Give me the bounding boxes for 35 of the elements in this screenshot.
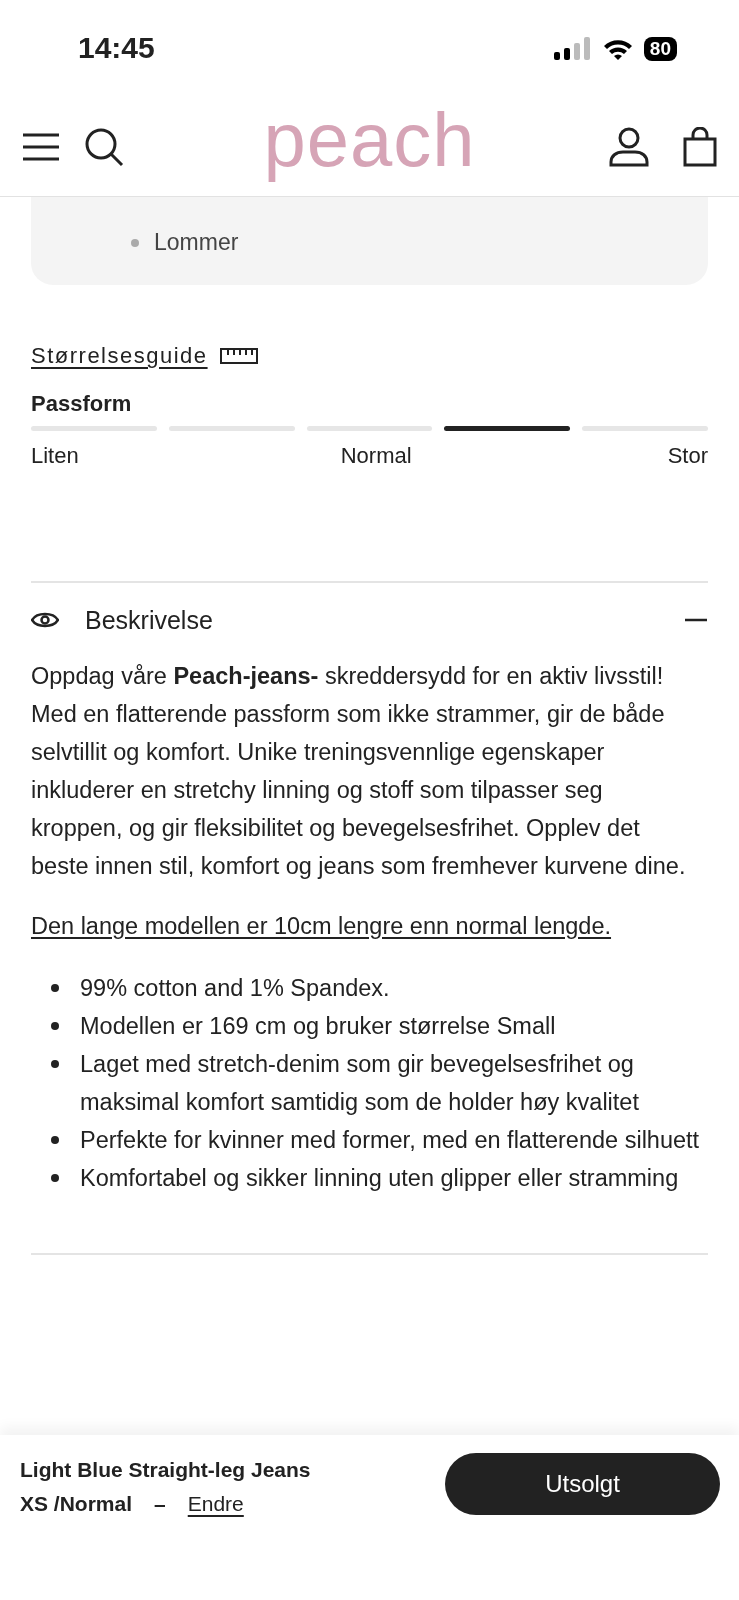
fit-label: Stor <box>667 443 708 469</box>
bullet-dot <box>51 984 59 992</box>
bullet-dot <box>51 1022 59 1030</box>
sold-out-button[interactable]: Utsolgt <box>445 1453 720 1515</box>
fit-label: Liten <box>31 443 79 469</box>
signal-icon <box>553 36 592 61</box>
bag-icon[interactable] <box>683 126 717 167</box>
product-name: Light Blue Straight-leg Jeans <box>20 1457 311 1483</box>
bullet-dot <box>51 1136 59 1144</box>
length-note: Den lange modellen er 10cm lengre enn normal lengde. <box>31 912 613 941</box>
menu-icon[interactable] <box>22 132 60 161</box>
description-text: Oppdag våre Peach-jeans- skreddersydd for en aktiv livsstil! <box>31 662 665 691</box>
bullet-item: Modellen er 169 cm og bruker størrelse Small <box>80 1012 556 1041</box>
feature-text: Lommer <box>154 229 239 255</box>
eye-icon <box>31 611 59 629</box>
section-title[interactable]: Beskrivelse <box>85 605 684 635</box>
bullet-item: Perfekte for kvinner med former, med en flatterende silhuett <box>80 1126 700 1155</box>
user-icon[interactable] <box>609 126 649 167</box>
variant-text: XS /Normal <box>20 1491 133 1517</box>
bullet-dot <box>51 1174 59 1182</box>
battery-icon: 80 <box>643 36 677 61</box>
status-time: 14:45 <box>78 30 155 65</box>
size-guide-link[interactable]: Størrelsesguide <box>31 343 208 369</box>
bullet-dot <box>131 239 139 247</box>
fit-label: Normal <box>340 443 412 469</box>
ruler-icon <box>219 348 258 364</box>
bullet-item: Komfortabel og sikker linning uten glipper eller stramming <box>80 1164 679 1193</box>
separator-text: – <box>154 1491 166 1517</box>
description-text: Med en flatterende passform som ikke strammer, gir de både selvtillit og komfort. Unike treningsvennlige egenskaper inkluderer en stretchy linning og stoff som tilpasser seg kroppen, og gir fleksibilitet og bevegelsesfrihet. Opplev det beste innen stil, komfort og jeans som fremhever kurvene dine. <box>31 700 687 881</box>
search-icon[interactable] <box>84 126 124 167</box>
change-link[interactable]: Endre <box>187 1487 244 1521</box>
bullet-dot <box>51 1060 59 1068</box>
bullet-item: 99% cotton and 1% Spandex. <box>80 974 390 1003</box>
bullet-item: Laget med stretch-denim som gir bevegelsesfrihet og maksimal komfort samtidig som de holder høy kvalitet <box>80 1050 640 1117</box>
fit-title: Passform <box>31 391 133 417</box>
